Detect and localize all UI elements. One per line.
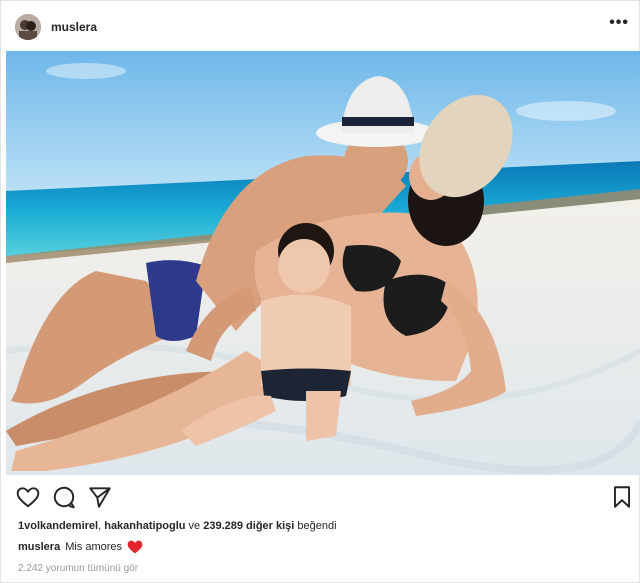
caption-username[interactable]: muslera [18,541,60,553]
post-actions-bar [1,479,640,515]
likes-summary: 1volkandemirel, hakanhatipoglu ve 239.28… [18,520,337,532]
heart-outline-icon[interactable] [15,484,41,510]
likes-suffix: beğendi [294,520,337,532]
post-username[interactable]: muslera [51,20,97,34]
send-icon[interactable] [87,484,113,510]
bookmark-icon[interactable] [609,484,635,510]
likes-count[interactable]: 239.289 diğer kişi [203,520,294,532]
post-photo[interactable] [6,51,640,475]
instagram-post: muslera ••• 1volkandemirel, hakanhatipog… [0,0,640,583]
avatar[interactable] [15,14,41,40]
liker-username[interactable]: hakanhatipoglu [104,520,185,532]
post-header: muslera ••• [1,1,640,51]
post-caption: muslera Mis amores [18,540,143,554]
likes-conjunction: ve [185,520,204,532]
comment-icon[interactable] [51,484,77,510]
liker-username[interactable]: 1volkandemirel [18,520,98,532]
caption-text: Mis amores [65,541,123,553]
red-heart-emoji-icon [127,540,143,554]
view-all-comments-link[interactable]: 2.242 yorumun tümünü gör [18,563,138,574]
more-options-icon[interactable]: ••• [609,14,629,32]
